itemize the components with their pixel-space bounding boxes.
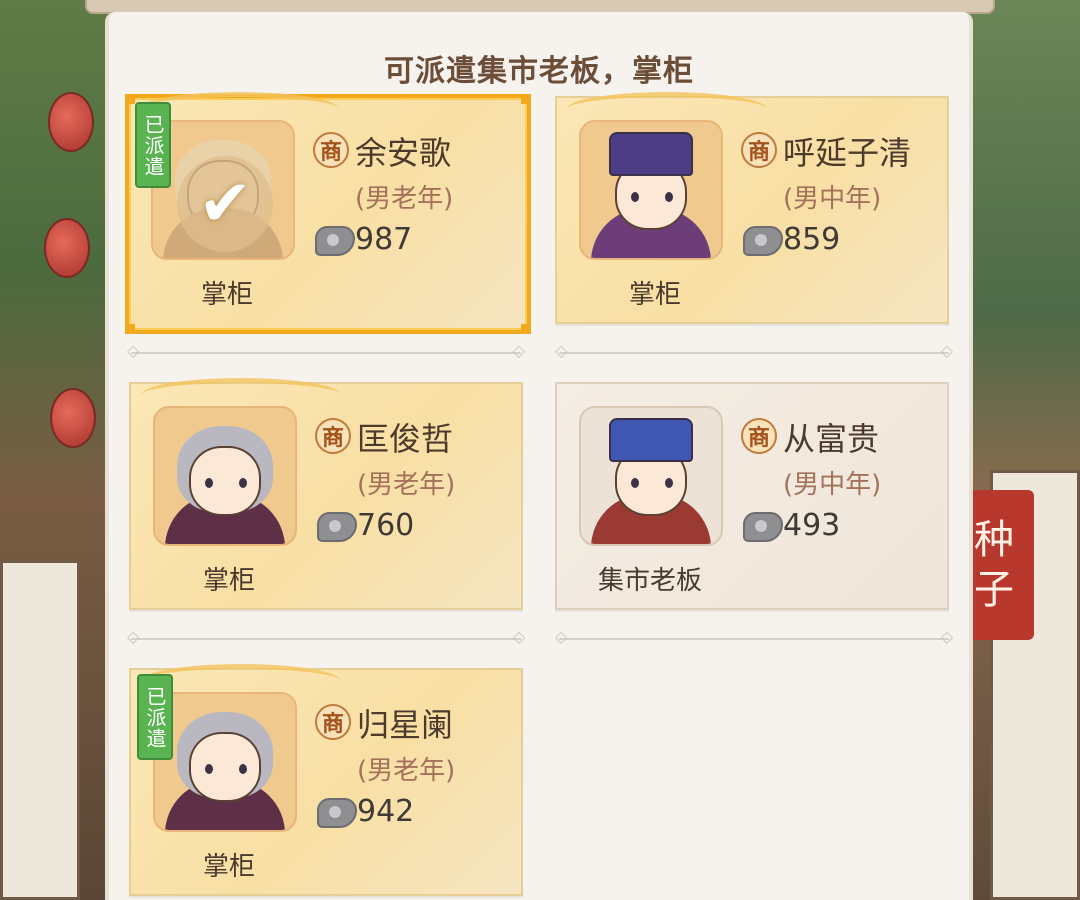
merchant-badge-icon: 商 (313, 132, 349, 168)
divider (127, 627, 525, 646)
character-detail: (男老年) (357, 470, 456, 500)
seal-char: 子 (974, 567, 1014, 613)
character-portrait: ✔ (151, 120, 295, 260)
character-portrait (579, 406, 723, 546)
character-detail: (男老年) (357, 756, 456, 786)
character-portrait (153, 692, 297, 832)
character-name: 匡俊哲 (357, 420, 454, 458)
character-role: 掌柜 (200, 280, 253, 310)
strength-icon (315, 226, 355, 256)
merchant-badge-icon: 商 (315, 418, 351, 454)
character-power: 859 (783, 222, 841, 257)
divider (555, 341, 953, 360)
strength-icon (743, 512, 783, 542)
dispatched-tag: 已派遣 (137, 674, 173, 760)
character-role: 掌柜 (628, 280, 681, 310)
dispatched-tag: 已派遣 (135, 102, 171, 188)
character-power: 942 (357, 794, 415, 829)
character-card[interactable]: ✔ 已派遣 商 余安歌 (男老年) 987 掌柜 (125, 92, 531, 334)
divider (127, 341, 525, 360)
character-card[interactable]: 已派遣 商 归星阑 (男老年) 942 掌柜 (129, 664, 523, 896)
lantern-icon (44, 218, 90, 278)
character-role: 掌柜 (202, 852, 255, 882)
character-name: 从富贵 (783, 420, 880, 458)
strength-icon (743, 226, 783, 256)
character-detail: (男中年) (783, 470, 882, 500)
building-left (0, 560, 80, 900)
merchant-badge-icon: 商 (741, 132, 777, 168)
character-power: 760 (357, 508, 415, 543)
divider (555, 627, 953, 646)
character-detail: (男老年) (355, 184, 454, 214)
check-icon: ✔ (177, 156, 273, 252)
character-card[interactable]: 商 从富贵 (男中年) 493 集市老板 (555, 382, 949, 610)
character-portrait (579, 120, 723, 260)
character-role: 掌柜 (202, 566, 255, 596)
character-card[interactable]: 商 呼延子清 (男中年) 859 掌柜 (555, 92, 949, 324)
character-power: 493 (783, 508, 841, 543)
dispatch-panel: 可派遣集市老板，掌柜 ✔ 已派遣 商 余安歌 (男老年) 987 掌柜 商 呼延… (105, 12, 973, 900)
character-card[interactable]: 商 匡俊哲 (男老年) 760 掌柜 (129, 378, 523, 610)
lantern-icon (50, 388, 96, 448)
character-power: 987 (355, 222, 413, 257)
lantern-icon (48, 92, 94, 152)
character-detail: (男中年) (783, 184, 882, 214)
seal-char: 种 (974, 517, 1014, 563)
strength-icon (317, 798, 357, 828)
character-name: 余安歌 (355, 134, 452, 172)
merchant-badge-icon: 商 (741, 418, 777, 454)
strength-icon (317, 512, 357, 542)
character-portrait (153, 406, 297, 546)
character-name: 呼延子清 (783, 134, 912, 172)
character-name: 归星阑 (357, 706, 454, 744)
character-role: 集市老板 (597, 566, 702, 596)
merchant-badge-icon: 商 (315, 704, 351, 740)
panel-title: 可派遣集市老板，掌柜 (384, 54, 694, 89)
